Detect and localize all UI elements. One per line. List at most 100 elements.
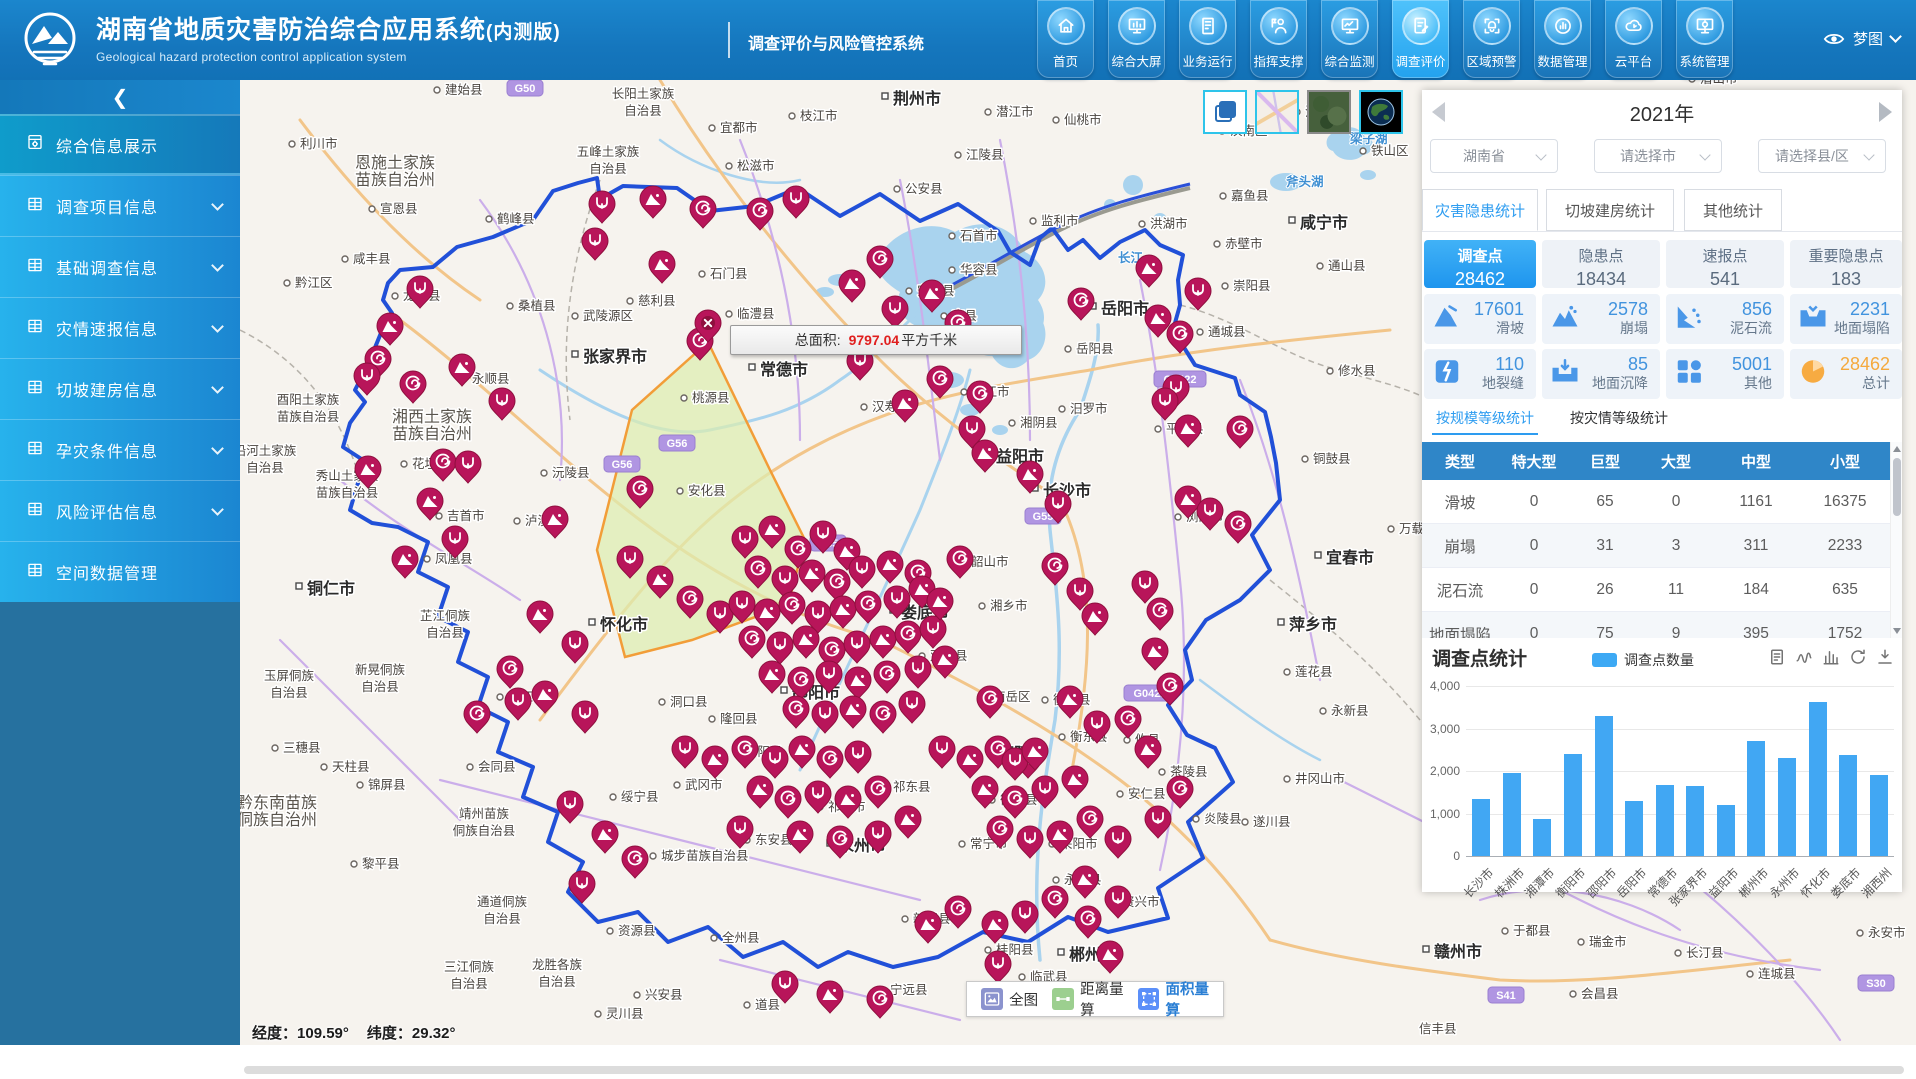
bar-娄底市[interactable] (1839, 755, 1857, 856)
map-label: 信丰县 (1419, 1022, 1457, 1036)
bar-株洲市[interactable] (1503, 773, 1521, 856)
nav-item-data[interactable]: 数据管理 (1534, 0, 1591, 78)
sub-tab-2[interactable]: 按灾情等级统计 (1570, 408, 1668, 428)
region-select-1[interactable]: 湖南省 (1430, 139, 1558, 173)
nav-item-home[interactable]: 首页 (1037, 0, 1094, 78)
hazard-card-total[interactable]: 28462 总计 (1790, 349, 1902, 399)
globe-thumbnail[interactable] (1359, 90, 1403, 134)
sidebar-item-label: 风险评估信息 (56, 499, 158, 523)
sidebar-item-label: 基础调查信息 (56, 255, 158, 279)
refresh-icon[interactable] (1849, 648, 1867, 671)
nav-item-bigscreen[interactable]: 综合大屏 (1108, 0, 1165, 78)
svg-text:瑞金市: 瑞金市 (1589, 934, 1627, 949)
nav-item-business[interactable]: 业务运行 (1179, 0, 1236, 78)
satellite-thumbnail[interactable] (1307, 90, 1351, 134)
hazard-card-subsidence[interactable]: 85 地面沉降 (1542, 349, 1660, 399)
nav-item-survey[interactable]: 调查评价 (1392, 0, 1449, 78)
sidebar-collapse-button[interactable]: ❮ (0, 80, 240, 114)
nav-item-warning[interactable]: 区域预警 (1463, 0, 1520, 78)
sidebar-item-1[interactable]: 综合信息展示 (0, 114, 240, 175)
map-tool-area[interactable]: 面积量算 (1138, 982, 1223, 1016)
region-select-3[interactable]: 请选择县/区 (1758, 139, 1886, 173)
tab-1[interactable]: 灾害隐患统计 (1422, 189, 1538, 231)
bar-益阳市[interactable] (1717, 805, 1735, 856)
nav-item-system[interactable]: 系统管理 (1676, 0, 1733, 78)
svg-text:铜鼓县: 铜鼓县 (1313, 451, 1351, 466)
nav-item-monitor[interactable]: 综合监测 (1321, 0, 1378, 78)
table-cell: 泥石流 (1422, 579, 1498, 601)
sidebar-item-2[interactable]: 调查项目信息 (0, 175, 240, 236)
bar-湘西州[interactable] (1870, 775, 1888, 856)
region-select-2[interactable]: 请选择市 (1594, 139, 1722, 173)
sidebar-item-7[interactable]: 风险评估信息 (0, 480, 240, 541)
sidebar-item-3[interactable]: 基础调查信息 (0, 236, 240, 297)
table-scrollbar[interactable] (1890, 442, 1902, 638)
bar-邵阳市[interactable] (1595, 716, 1613, 856)
bar-chart-icon[interactable] (1822, 648, 1840, 671)
nav-item-command[interactable]: 指挥支撑 (1250, 0, 1307, 78)
bar-湘潭市[interactable] (1533, 819, 1551, 856)
user-name: 梦图 (1853, 28, 1883, 49)
sub-tab-1[interactable]: 按规模等级统计 (1436, 408, 1534, 428)
sidebar-item-8[interactable]: 空间数据管理 (0, 541, 240, 602)
bar-岳阳市[interactable] (1625, 801, 1643, 856)
bar-长沙市[interactable] (1472, 799, 1490, 856)
layers-icon[interactable] (1203, 90, 1247, 134)
svg-text:兴安县: 兴安县 (645, 987, 683, 1002)
tab-2[interactable]: 切坡建房统计 (1546, 189, 1674, 231)
scroll-down-icon[interactable] (1893, 628, 1901, 634)
scroll-up-icon[interactable] (1893, 446, 1901, 452)
user-box[interactable]: 梦图 (1823, 28, 1900, 49)
table-row[interactable]: 地面塌陷07593951752 (1422, 612, 1890, 638)
table-row[interactable]: 泥石流02611184635 (1422, 568, 1890, 612)
hazard-card-collapse[interactable]: 2578 崩塌 (1542, 294, 1660, 344)
bar-衡阳市[interactable] (1564, 754, 1582, 856)
nav-label: 综合大屏 (1108, 51, 1165, 70)
data-view-icon[interactable] (1768, 648, 1786, 671)
nav-item-cloud[interactable]: 云平台 (1605, 0, 1662, 78)
summary-card-4[interactable]: 重要隐患点183 (1790, 240, 1902, 288)
hazard-card-debris-flow[interactable]: 856 泥石流 (1666, 294, 1784, 344)
other-icon (1674, 357, 1704, 392)
col-header: 类型 (1422, 451, 1498, 472)
hazard-card-ground-collapse[interactable]: 2231 地面塌陷 (1790, 294, 1902, 344)
chevron-down-icon (211, 259, 224, 272)
bar-怀化市[interactable] (1809, 702, 1827, 856)
bar-永州市[interactable] (1778, 758, 1796, 856)
table-cell: 0 (1498, 581, 1570, 599)
chevron-down-icon (211, 381, 224, 394)
svg-text:莲花县: 莲花县 (1295, 664, 1333, 679)
year-next-button[interactable] (1879, 102, 1892, 122)
street-map-thumbnail[interactable] (1255, 90, 1299, 134)
svg-text:常德市: 常德市 (760, 360, 808, 379)
map-tool-distance[interactable]: 距离量算 (1052, 982, 1137, 1016)
summary-card-3[interactable]: 速报点541 (1666, 240, 1784, 288)
year-prev-button[interactable] (1432, 102, 1445, 122)
sidebar-item-label: 切坡建房信息 (56, 377, 158, 401)
hazard-card-other[interactable]: 5001 其他 (1666, 349, 1784, 399)
svg-text:长汀县: 长汀县 (1686, 946, 1724, 960)
hazard-card-landslide[interactable]: 17601 滑坡 (1424, 294, 1536, 344)
debris-flow-icon (1674, 302, 1704, 337)
chart-legend[interactable]: 调查点数量 (1592, 650, 1694, 670)
horizontal-scrollbar[interactable] (244, 1066, 1904, 1074)
sidebar-item-4[interactable]: 灾情速报信息 (0, 297, 240, 358)
hazard-card-ground-fissure[interactable]: 110 地裂缝 (1424, 349, 1536, 399)
download-icon[interactable] (1876, 648, 1894, 671)
svg-text:武陵源区: 武陵源区 (583, 309, 633, 323)
map-label: 斧头湖 (1286, 174, 1324, 189)
table-row[interactable]: 崩塌03133112233 (1422, 524, 1890, 568)
summary-card-2[interactable]: 隐患点18434 (1542, 240, 1660, 288)
bar-常德市[interactable] (1656, 785, 1674, 856)
bar-张家界市[interactable] (1686, 786, 1704, 856)
summary-card-1[interactable]: 调查点28462 (1424, 240, 1536, 288)
table-row[interactable]: 滑坡0650116116375 (1422, 480, 1890, 524)
sidebar-item-5[interactable]: 切坡建房信息 (0, 358, 240, 419)
scrollbar-thumb[interactable] (1893, 458, 1901, 516)
tab-3[interactable]: 其他统计 (1684, 189, 1782, 231)
line-chart-icon[interactable] (1795, 648, 1813, 671)
map-tool-full-extent[interactable]: 全图 (967, 982, 1052, 1016)
bar-郴州市[interactable] (1747, 741, 1765, 856)
sidebar-item-label: 灾情速报信息 (56, 316, 158, 340)
sidebar-item-6[interactable]: 孕灾条件信息 (0, 419, 240, 480)
